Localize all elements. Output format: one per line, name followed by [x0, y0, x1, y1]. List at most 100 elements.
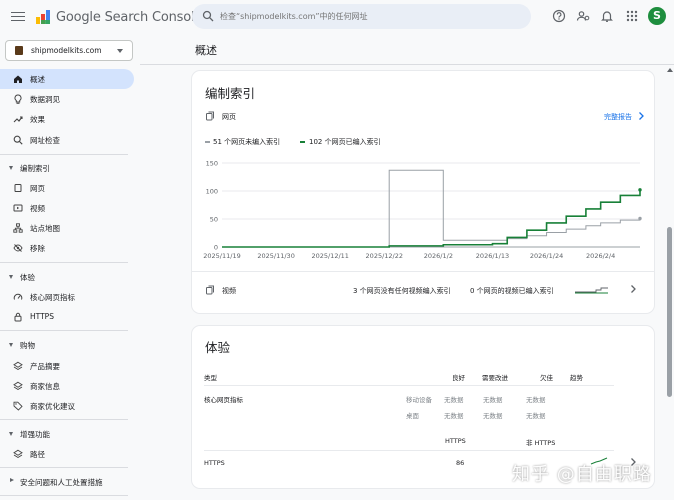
manage-users-icon[interactable]: [576, 9, 590, 23]
sidebar-item-label: 路径: [30, 450, 45, 459]
property-selector[interactable]: shipmodelkits.com: [5, 40, 133, 61]
sidebar-section-label: 购物: [20, 341, 35, 350]
scroll-thumb[interactable]: [667, 227, 672, 397]
sidebar-item-label: 网址检查: [30, 136, 60, 145]
table-divider: [204, 385, 614, 386]
cell-poor: 无数据: [526, 396, 546, 404]
pages-label: 网页: [222, 113, 236, 121]
chevron-down-icon: [117, 49, 123, 53]
series-endpoint-0: [638, 216, 642, 221]
sidebar-section-security[interactable]: 安全问题和人工处置措施: [0, 473, 134, 491]
series-line-1: [222, 189, 641, 248]
caret-down-icon: [9, 432, 13, 436]
sidebar-item-core-web-vitals[interactable]: 核心网页指标: [0, 287, 134, 307]
apps-grid-icon[interactable]: [625, 9, 639, 23]
card-title: 编制索引: [205, 86, 256, 101]
user-avatar[interactable]: S: [648, 7, 666, 25]
help-icon[interactable]: [552, 9, 566, 23]
x-tick-label: 2026/1/24: [530, 252, 563, 260]
sidebar-section-enhancements[interactable]: 增强功能: [0, 425, 134, 443]
pages-icon: [14, 184, 22, 192]
sidebar-item-url-inspection[interactable]: 网址检查: [0, 130, 134, 150]
sidebar-item-removals[interactable]: 移除: [0, 238, 134, 258]
property-favicon: [15, 46, 23, 55]
layers-icon: [13, 361, 23, 371]
https-label[interactable]: HTTPS: [204, 459, 225, 467]
sitemap-icon: [13, 223, 23, 233]
search-input[interactable]: [220, 9, 510, 24]
x-tick-label: 2025/12/11: [311, 252, 348, 260]
sidebar-item-label: 网页: [30, 184, 45, 193]
sidebar-item-merchant-listings[interactable]: 商家信息: [0, 376, 134, 396]
layers-icon: [13, 381, 23, 391]
cwv-label[interactable]: 核心网页指标: [204, 394, 243, 404]
visibility-off-icon: [13, 244, 23, 252]
indexing-chart: 150 100 50 02025/11/19 2025/11/30 2025/12/11 2…: [203, 160, 642, 260]
sidebar-item-product-snippets[interactable]: 产品摘要: [0, 356, 134, 376]
https-count: 86: [456, 459, 465, 467]
chevron-right-icon[interactable]: [637, 111, 645, 121]
sidebar-item-label: 产品摘要: [30, 362, 60, 371]
column-header-trend: 趋势: [570, 374, 583, 382]
notifications-icon[interactable]: [600, 9, 614, 23]
pages-icon: [206, 111, 214, 121]
x-tick-label: 2026/2/4: [586, 252, 615, 260]
sidebar-item-label: 移除: [30, 244, 45, 253]
sidebar-item-merchant-opportunities[interactable]: 商家优化建议: [0, 396, 134, 416]
sidebar: shipmodelkits.com 概述 数据洞见 效果 网址检查 编制索引 网…: [0, 34, 140, 500]
search-console-logo[interactable]: [35, 9, 51, 25]
column-header-type: 类型: [204, 374, 217, 382]
sidebar-item-label: 视频: [30, 204, 45, 213]
sidebar-item-pages[interactable]: 网页: [0, 178, 134, 198]
sidebar-item-label: 概述: [30, 75, 45, 84]
sidebar-section-label: 增强功能: [20, 430, 50, 439]
cell-needs-improvement: 无数据: [483, 412, 503, 420]
sidebar-item-insights[interactable]: 数据洞见: [0, 89, 134, 109]
app-title: Google Search Console: [56, 10, 203, 25]
card-divider: [192, 271, 654, 272]
trending-icon: [13, 116, 23, 123]
page-title: 概述: [195, 44, 217, 57]
series-endpoint-1: [638, 188, 642, 192]
full-report-link[interactable]: 完整报告: [604, 112, 632, 122]
sidebar-divider: [0, 262, 128, 263]
sidebar-divider: [0, 495, 128, 496]
sidebar-item-https[interactable]: HTTPS: [0, 307, 134, 327]
sidebar-divider: [0, 330, 128, 331]
column-header-needs-improvement: 需要改进: [482, 374, 508, 382]
x-tick-label: 2026/1/2: [424, 252, 453, 260]
column-header-non-https: 非 HTTPS: [526, 439, 556, 447]
sidebar-item-videos[interactable]: 视频: [0, 198, 134, 218]
caret-down-icon: [9, 166, 13, 170]
lock-icon: [14, 312, 22, 322]
scroll-up-arrow[interactable]: [667, 68, 673, 72]
sidebar-section-indexing[interactable]: 编制索引: [0, 159, 134, 177]
y-tick-label: 150: [206, 160, 218, 168]
x-tick-label: 2025/12/22: [366, 252, 403, 260]
video-icon: [13, 204, 23, 212]
layers-icon: [13, 449, 23, 459]
sidebar-divider: [0, 419, 128, 420]
sidebar-item-overview[interactable]: 概述: [0, 69, 134, 89]
sidebar-item-performance[interactable]: 效果: [0, 109, 134, 129]
sidebar-item-label: 商家信息: [30, 382, 60, 391]
sidebar-section-shopping[interactable]: 购物: [0, 336, 134, 354]
sidebar-section-experience[interactable]: 体验: [0, 268, 134, 286]
search-icon: [13, 135, 23, 145]
legend-swatch-not-indexed: [205, 141, 210, 143]
url-inspection-search[interactable]: [192, 4, 531, 29]
sidebar-item-label: 数据洞见: [30, 95, 60, 104]
legend-not-indexed[interactable]: 51 个网页未编入索引: [213, 137, 280, 147]
search-icon: [202, 10, 214, 22]
legend-indexed[interactable]: 102 个网页已编入索引: [309, 137, 381, 147]
sidebar-item-sitemaps[interactable]: 站点地图: [0, 218, 134, 238]
menu-icon[interactable]: [11, 9, 25, 23]
x-tick-label: 2026/1/13: [476, 252, 509, 260]
chevron-right-icon[interactable]: [629, 284, 637, 294]
card-title: 体验: [205, 340, 231, 355]
sidebar-item-breadcrumbs[interactable]: 路径: [0, 444, 134, 464]
y-tick-label: 100: [206, 188, 218, 196]
table-divider: [204, 450, 614, 451]
cell-good: 无数据: [444, 396, 464, 404]
legend-swatch-indexed: [300, 141, 305, 143]
